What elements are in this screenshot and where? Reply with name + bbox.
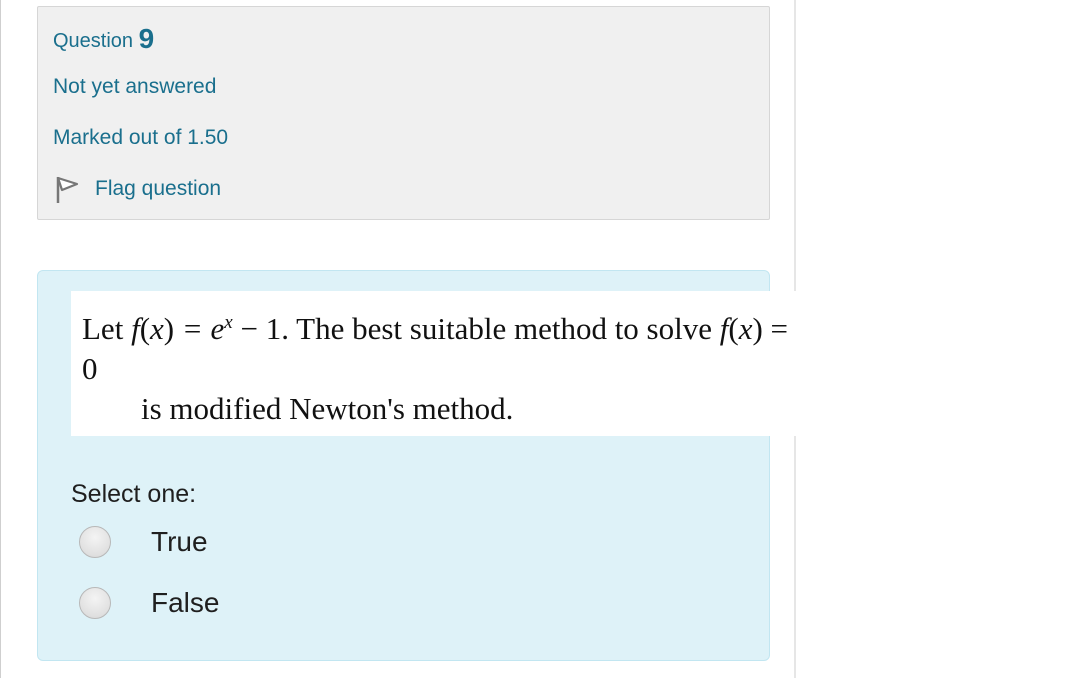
- flag-icon: [53, 173, 83, 205]
- flag-question-link[interactable]: Flag question: [53, 173, 221, 205]
- math-paren-close: ): [163, 311, 175, 346]
- answer-option-label: False: [151, 587, 220, 618]
- question-state: Not yet answered: [53, 75, 217, 98]
- flag-question-label: Flag question: [95, 177, 222, 200]
- question-grade: Marked out of 1.50: [53, 126, 229, 149]
- math-variable-x-2: x: [738, 311, 753, 346]
- question-info-panel: Question 9 Not yet answered Marked out o…: [37, 6, 770, 220]
- answer-option-true[interactable]: True: [79, 522, 208, 562]
- quiz-page: Question 9 Not yet answered Marked out o…: [0, 0, 1080, 678]
- question-text-middle: − 1. The best suitable method to solve: [232, 311, 720, 346]
- radio-icon[interactable]: [79, 587, 111, 619]
- math-function-f: f: [131, 311, 140, 346]
- answer-option-false[interactable]: False: [79, 583, 219, 623]
- question-text: Let f(x) = ex − 1. The best suitable met…: [82, 309, 792, 429]
- select-one-prompt: Select one:: [71, 480, 197, 508]
- math-paren-open: (: [139, 311, 151, 346]
- radio-icon[interactable]: [79, 526, 111, 558]
- math-equals-e: = e: [174, 311, 225, 346]
- answer-option-label: True: [151, 526, 208, 557]
- math-variable-x: x: [150, 311, 164, 346]
- question-word: Question: [53, 30, 134, 52]
- question-number-heading: Question 9: [53, 24, 154, 56]
- question-number: 9: [138, 23, 155, 54]
- left-border: [0, 0, 1, 678]
- math-paren-open-2: (: [728, 311, 739, 346]
- question-text-image: Let f(x) = ex − 1. The best suitable met…: [71, 291, 796, 436]
- question-text-prefix: Let: [82, 311, 132, 346]
- question-content-panel: Let f(x) = ex − 1. The best suitable met…: [37, 270, 796, 661]
- question-text-line2: is modified Newton's method.: [141, 391, 514, 426]
- math-exponent-x: x: [224, 312, 233, 333]
